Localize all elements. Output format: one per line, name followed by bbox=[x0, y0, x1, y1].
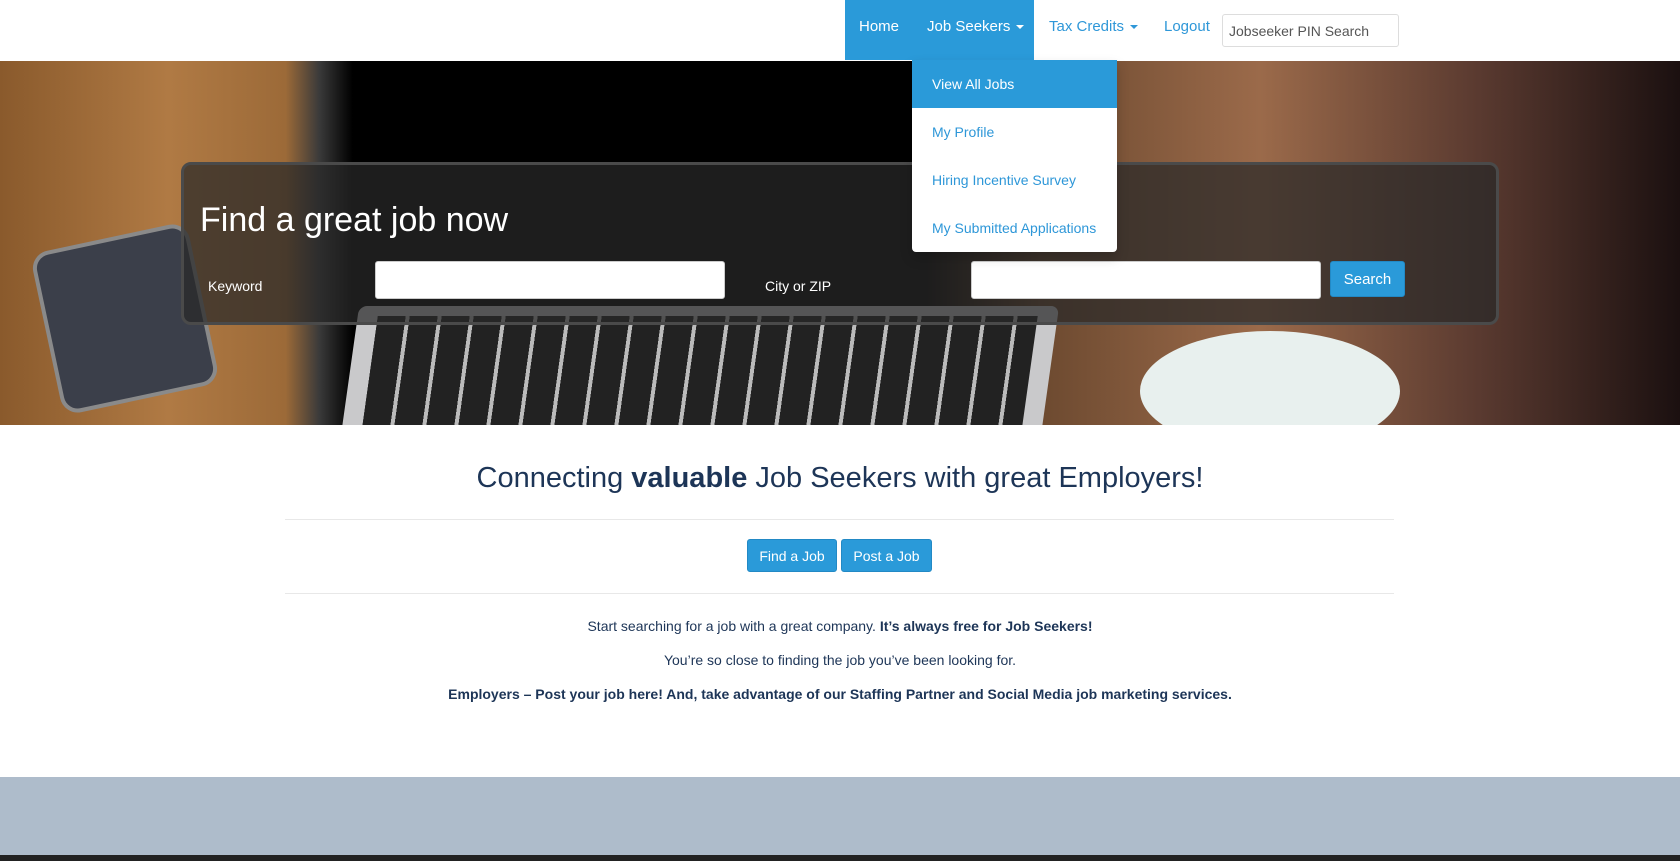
keyword-label: Keyword bbox=[208, 278, 263, 294]
city-zip-input[interactable] bbox=[971, 261, 1321, 299]
tagline-pre: Connecting bbox=[476, 462, 632, 494]
intro-line-1: Start searching for a job with a great c… bbox=[0, 618, 1680, 634]
city-zip-label: City or ZIP bbox=[765, 278, 832, 294]
intro-line-1-bold: It’s always free for Job Seekers! bbox=[879, 618, 1093, 634]
jobseeker-pin-search-input[interactable] bbox=[1222, 14, 1399, 47]
nav-logout-label: Logout bbox=[1164, 18, 1210, 35]
footer-bottom-bar bbox=[0, 855, 1680, 861]
tagline: Connecting valuable Job Seekers with gre… bbox=[0, 462, 1680, 495]
caret-down-icon bbox=[1016, 25, 1025, 30]
nav-home[interactable]: Home bbox=[845, 0, 915, 60]
tagline-post: Job Seekers with great Employers! bbox=[747, 462, 1204, 494]
hero-title: Find a great job now bbox=[200, 201, 509, 239]
hero-banner: Find a great job now Keyword City or ZIP… bbox=[0, 61, 1680, 425]
divider bbox=[285, 519, 1394, 520]
job-seekers-dropdown-menu: View All Jobs My Profile Hiring Incentiv… bbox=[912, 60, 1117, 252]
nav-tax-credits-label: Tax Credits bbox=[1049, 18, 1125, 35]
hero-image-cup bbox=[1140, 331, 1400, 425]
nav-home-label: Home bbox=[859, 18, 900, 35]
nav-logout[interactable]: Logout bbox=[1164, 0, 1210, 60]
job-search-panel: Find a great job now Keyword City or ZIP… bbox=[181, 162, 1499, 325]
intro-line-1-text: Start searching for a job with a great c… bbox=[587, 618, 880, 634]
menu-item-hiring-incentive-survey[interactable]: Hiring Incentive Survey bbox=[912, 156, 1117, 204]
nav-tax-credits[interactable]: Tax Credits bbox=[1049, 0, 1139, 60]
footer bbox=[0, 777, 1680, 855]
tagline-bold: valuable bbox=[631, 462, 748, 494]
nav-job-seekers-label: Job Seekers bbox=[927, 18, 1011, 35]
divider bbox=[285, 593, 1394, 594]
intro-line-2: You’re so close to finding the job you’v… bbox=[663, 652, 1017, 668]
post-a-job-button[interactable]: Post a Job bbox=[841, 539, 932, 572]
menu-item-my-profile[interactable]: My Profile bbox=[912, 108, 1117, 156]
intro-line-3: Employers – Post your job here! And, tak… bbox=[448, 686, 1232, 702]
find-a-job-button[interactable]: Find a Job bbox=[747, 539, 837, 572]
menu-item-my-submitted-applications[interactable]: My Submitted Applications bbox=[912, 204, 1117, 252]
search-button[interactable]: Search bbox=[1330, 261, 1405, 297]
top-navbar: Home Job Seekers Tax Credits Logout bbox=[0, 0, 1680, 61]
caret-down-icon bbox=[1130, 25, 1139, 30]
nav-job-seekers[interactable]: Job Seekers bbox=[914, 0, 1034, 60]
menu-item-view-all-jobs[interactable]: View All Jobs bbox=[912, 60, 1117, 108]
keyword-input[interactable] bbox=[375, 261, 725, 299]
